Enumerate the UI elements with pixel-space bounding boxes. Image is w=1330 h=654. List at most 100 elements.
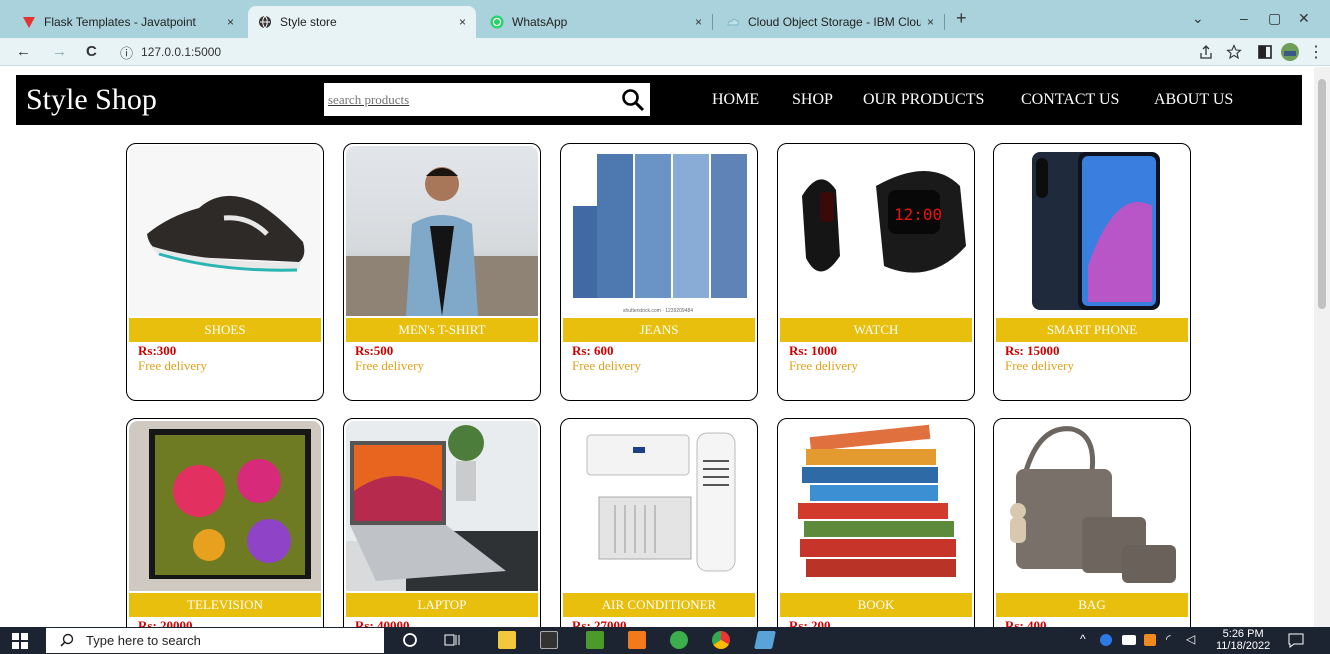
svg-text:12:00: 12:00 — [894, 205, 942, 224]
delivery-note: Free delivery — [1005, 358, 1074, 373]
new-tab-button[interactable]: + — [956, 8, 967, 29]
xampp-tray-icon[interactable] — [1144, 634, 1156, 646]
product-name: TELEVISION — [129, 593, 321, 617]
minimize-button[interactable]: – — [1240, 10, 1248, 26]
product-price: Rs: 400 — [1005, 618, 1047, 627]
product-card-mens-tshirt[interactable]: MEN's T-SHIRT Rs:500 Free delivery — [343, 143, 541, 401]
search-icon — [60, 633, 74, 647]
search-icon[interactable] — [620, 87, 646, 113]
side-panel-icon[interactable] — [1258, 45, 1272, 59]
chrome-icon[interactable] — [712, 631, 730, 649]
ibm-cloud-icon — [727, 18, 739, 26]
product-name: WATCH — [780, 318, 972, 342]
product-price: Rs:500 — [355, 343, 394, 358]
page-viewport: Style Shop HOME SHOP OUR PRODUCTS CONTAC… — [0, 67, 1330, 627]
taskbar-search-box[interactable]: Type here to search — [46, 628, 384, 653]
delivery-note: Free delivery — [572, 358, 641, 373]
windows-start-icon[interactable] — [12, 633, 28, 649]
nav-our-products[interactable]: OUR PRODUCTS — [863, 91, 984, 109]
notifications-icon[interactable] — [1288, 633, 1304, 648]
tab-whatsapp[interactable]: WhatsApp × — [480, 6, 712, 38]
close-window-button[interactable]: ✕ — [1298, 10, 1310, 27]
product-card-bag[interactable]: BAG Rs: 400 — [993, 418, 1191, 627]
hs-app-icon[interactable] — [670, 631, 688, 649]
address-bar: ← → C ⓘ 127.0.0.1:5000 ⋮ — [0, 38, 1330, 66]
nav-about-us[interactable]: ABOUT US — [1154, 91, 1233, 109]
product-image-book — [780, 421, 972, 591]
tab-cloud-object-storage[interactable]: Cloud Object Storage - IBM Clou × — [716, 6, 944, 38]
page-scrollbar[interactable] — [1314, 67, 1330, 627]
scroll-thumb[interactable] — [1318, 79, 1326, 309]
tab-close-button[interactable]: × — [227, 15, 234, 29]
cortana-icon[interactable] — [402, 632, 418, 648]
product-image-air-conditioner — [563, 421, 755, 591]
url-field[interactable]: ⓘ 127.0.0.1:5000 — [110, 41, 1185, 63]
product-price: Rs: 200 — [789, 618, 831, 627]
task-view-icon[interactable] — [444, 632, 460, 648]
nav-shop[interactable]: SHOP — [792, 91, 833, 109]
forward-button[interactable]: → — [52, 43, 67, 60]
share-icon[interactable] — [1198, 44, 1214, 60]
taskbar-clock[interactable]: 5:26 PM 11/18/2022 — [1216, 628, 1270, 652]
product-price: Rs: 1000 — [789, 343, 838, 358]
nav-contact-us[interactable]: CONTACT US — [1021, 91, 1119, 109]
tab-title: Style store — [280, 15, 337, 29]
pen-app-icon[interactable] — [754, 631, 776, 649]
product-card-air-conditioner[interactable]: AIR CONDITIONER Rs: 27000 — [560, 418, 758, 627]
tab-separator — [712, 14, 713, 30]
tab-style-store[interactable]: Style store × — [248, 6, 476, 38]
product-image-television — [129, 421, 321, 591]
tab-title: Cloud Object Storage - IBM Clou — [748, 15, 921, 29]
product-image-laptop — [346, 421, 538, 591]
tab-flask-templates[interactable]: Flask Templates - Javatpoint × — [12, 6, 244, 38]
site-info-icon[interactable]: ⓘ — [120, 43, 133, 62]
volume-icon[interactable]: ◁ — [1186, 632, 1195, 646]
clock-date: 11/18/2022 — [1216, 640, 1271, 652]
product-price: Rs: 20000 — [138, 618, 193, 627]
bluetooth-icon[interactable] — [1100, 634, 1112, 646]
whatsapp-icon — [490, 15, 504, 29]
battery-icon[interactable] — [1122, 635, 1136, 645]
tab-title: WhatsApp — [512, 15, 568, 29]
brand-logo[interactable]: Style Shop — [26, 83, 157, 117]
search-input[interactable] — [324, 83, 650, 116]
tab-close-button[interactable]: × — [927, 15, 934, 29]
browser-tab-strip: Flask Templates - Javatpoint × Style sto… — [0, 0, 1330, 38]
product-card-television[interactable]: TELEVISION Rs: 20000 — [126, 418, 324, 627]
tab-title: Flask Templates - Javatpoint — [44, 15, 196, 29]
xampp-icon[interactable] — [628, 631, 646, 649]
product-card-laptop[interactable]: LAPTOP Rs: 40000 — [343, 418, 541, 627]
product-image-jeans: shutterstock.com · 1239209484 — [563, 146, 755, 316]
product-card-book[interactable]: BOOK Rs: 200 — [777, 418, 975, 627]
product-image-shoes — [129, 146, 321, 316]
product-name: BOOK — [780, 593, 972, 617]
wifi-icon[interactable]: ◜ — [1166, 632, 1171, 646]
profile-avatar-icon[interactable] — [1280, 42, 1300, 62]
product-price: Rs: 27000 — [572, 618, 627, 627]
product-card-smart-phone[interactable]: SMART PHONE Rs: 15000 Free delivery — [993, 143, 1191, 401]
file-explorer-icon[interactable] — [498, 631, 516, 649]
product-card-shoes[interactable]: SHOES Rs:300 Free delivery — [126, 143, 324, 401]
notepad-icon[interactable] — [586, 631, 604, 649]
back-button[interactable]: ← — [16, 43, 31, 60]
taskbar-search-placeholder: Type here to search — [86, 633, 201, 648]
tab-search-chevron-icon[interactable]: ⌄ — [1192, 10, 1204, 27]
tab-close-button[interactable]: × — [459, 15, 466, 29]
restore-button[interactable]: ▢ — [1268, 10, 1281, 27]
bookmark-star-icon[interactable] — [1226, 44, 1242, 60]
product-name: BAG — [996, 593, 1188, 617]
product-image-smart-phone — [996, 146, 1188, 316]
clock-time: 5:26 PM — [1222, 628, 1264, 640]
tray-expand-icon[interactable]: ^ — [1080, 632, 1086, 646]
nav-home[interactable]: HOME — [712, 91, 759, 109]
delivery-note: Free delivery — [138, 358, 207, 373]
product-card-jeans[interactable]: shutterstock.com · 1239209484 JEANS Rs: … — [560, 143, 758, 401]
product-card-watch[interactable]: 12:00 WATCH Rs: 1000 Free delivery — [777, 143, 975, 401]
reload-button[interactable]: C — [86, 43, 97, 60]
delivery-note: Free delivery — [355, 358, 424, 373]
svg-text:shutterstock.com · 1239209484: shutterstock.com · 1239209484 — [623, 308, 693, 314]
tab-close-button[interactable]: × — [695, 15, 702, 29]
terminal-icon[interactable] — [540, 631, 558, 649]
product-price: Rs: 15000 — [1005, 343, 1060, 358]
browser-menu-icon[interactable]: ⋮ — [1308, 42, 1324, 62]
